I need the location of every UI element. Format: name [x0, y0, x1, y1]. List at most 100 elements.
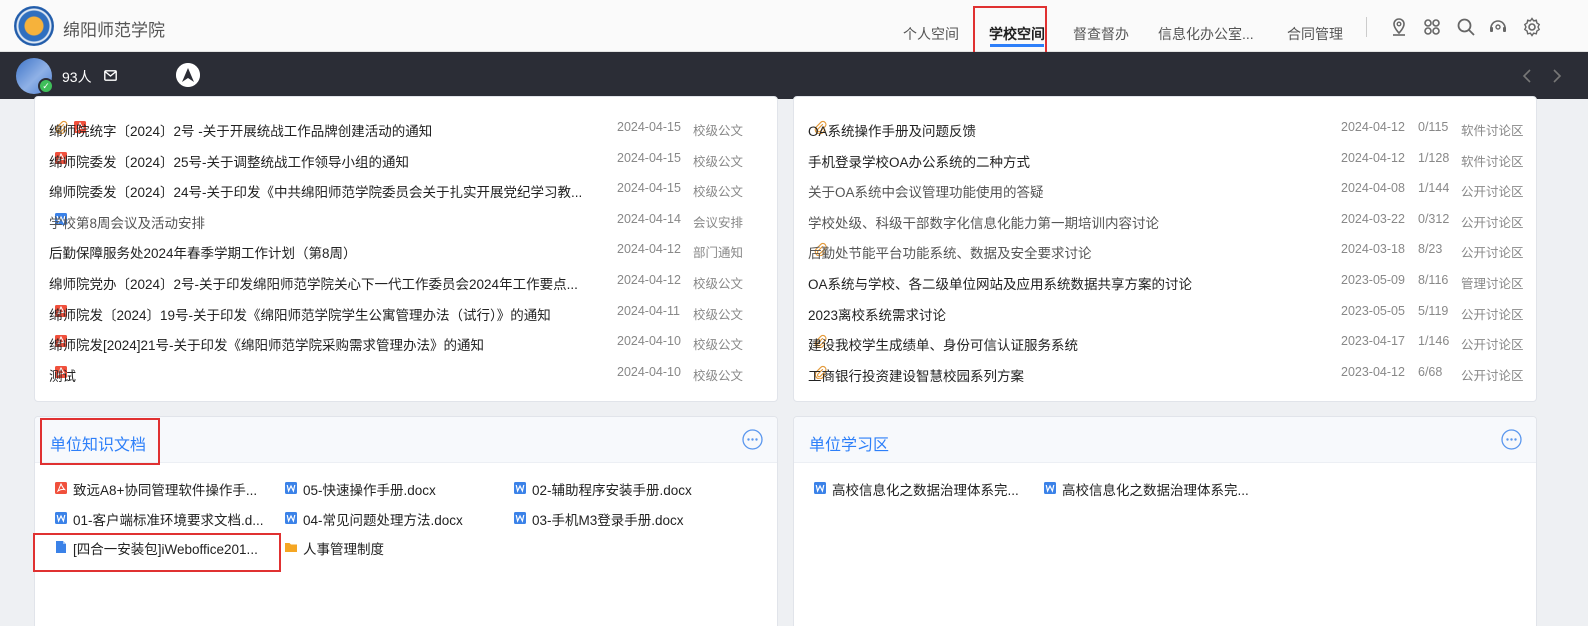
top-header: 绵阳师范学院 个人空间 学校空间 督查督办 信息化办公室... 合同管理 [0, 0, 1588, 67]
document-name: 高校信息化之数据治理体系完... [1062, 483, 1249, 498]
discussion-row[interactable]: OA系统与学校、各二级单位网站及应用系统数据共享方案的讨论 2023-05-09 8… [808, 273, 1524, 293]
discussion-row[interactable]: 学校处级、科级干部数字化信息化能力第一期培训内容讨论 2024-03-22 0/31… [808, 212, 1524, 232]
notice-category: 会议安排 [693, 215, 744, 230]
online-count: 93人 [62, 69, 92, 85]
folder-item[interactable]: 人事管理制度 [284, 538, 509, 557]
notice-row[interactable]: 后勤保障服务处2024年春季学期工作计划（第8周） 2024-04-12 部门通知 [49, 242, 759, 262]
word-doc-icon [814, 482, 826, 494]
notice-date: 2024-04-15 [617, 181, 681, 196]
check-icon: ✓ [38, 78, 54, 94]
more-icon[interactable] [1501, 429, 1522, 450]
document-item[interactable]: 高校信息化之数据治理体系完... [1043, 479, 1268, 498]
discussion-row[interactable]: 后勤处节能平台功能系统、数据及安全要求讨论 2024-03-18 8/23 公开讨论区 [808, 242, 1524, 262]
study-panel-title[interactable]: 单位学习区 [809, 431, 889, 455]
document-name: 人事管理制度 [303, 542, 384, 557]
reply-count: 8/23 [1418, 242, 1443, 257]
notice-title[interactable]: 绵师院发[2024]21号-关于印发《绵阳师范学院采购需求管理办法》的通知 [49, 334, 484, 354]
notice-row[interactable]: 测试 2024-04-10 校级公文 [49, 365, 759, 385]
reply-count: 1/146 [1418, 334, 1450, 349]
discussion-title[interactable]: OA系统操作手册及问题反馈 [808, 120, 976, 140]
document-name: 致远A8+协同管理软件操作手... [73, 483, 258, 498]
discussion-row[interactable]: 关于OA系统中会议管理功能使用的答疑 2024-04-08 1/144 公开讨论区 [808, 181, 1524, 201]
notice-date: 2024-04-15 [617, 120, 681, 134]
notice-row[interactable]: 绵师院委发〔2024〕24号-关于印发《中共绵阳师范学院委员会关于扎实开展党纪学… [49, 181, 759, 201]
prev-page-icon[interactable] [1521, 68, 1533, 84]
notice-row[interactable]: 绵师院党办〔2024〕2号-关于印发绵阳师范学院关心下一代工作委员会2024年工… [49, 273, 759, 293]
discussion-category: 公开讨论区 [1461, 185, 1524, 200]
discussion-date: 2023-04-12 [1341, 364, 1405, 379]
document-item[interactable]: 05-快速操作手册.docx [284, 479, 509, 498]
document-item[interactable]: [四合一安装包]iWeboffice201... [54, 538, 279, 557]
notice-category: 校级公文 [693, 338, 744, 353]
reply-count: 1/144 [1418, 181, 1450, 196]
search-icon[interactable] [1456, 17, 1476, 37]
discussion-date: 2024-04-12 [1341, 150, 1405, 165]
mail-icon[interactable] [104, 70, 117, 81]
discussion-date: 2023-05-09 [1341, 273, 1405, 287]
nav-it-office[interactable]: 信息化办公室... [1158, 24, 1254, 44]
nav-supervision[interactable]: 督查督办 [1073, 24, 1129, 44]
notice-title[interactable]: 后勤保障服务处2024年春季学期工作计划（第8周） [49, 242, 357, 262]
knowledge-panel-title[interactable]: 单位知识文档 [50, 431, 146, 455]
gear-icon[interactable] [1522, 17, 1542, 37]
word-doc-icon [285, 482, 297, 494]
notice-title[interactable]: 学校第8周会议及活动安排 [49, 212, 205, 232]
document-item[interactable]: 致远A8+协同管理软件操作手... [54, 479, 279, 498]
notice-row[interactable]: 绵师院发[2024]21号-关于印发《绵阳师范学院采购需求管理办法》的通知 202… [49, 334, 759, 354]
notice-row[interactable]: 绵师院发〔2024〕19号-关于印发《绵阳师范学院学生公寓管理办法（试行）》的通… [49, 304, 759, 324]
discussion-date: 2023-04-17 [1341, 334, 1405, 349]
discussion-row[interactable]: 建设我校学生成绩单、身份可信认证服务系统 2023-04-17 1/146 公开讨论区 [808, 334, 1524, 354]
notice-category: 校级公文 [693, 124, 744, 138]
word-doc-icon [285, 511, 297, 524]
discussion-date: 2024-04-08 [1341, 181, 1405, 196]
document-item[interactable]: 03-手机M3登录手册.docx [513, 509, 738, 528]
navigation-arrow-icon[interactable] [176, 63, 200, 87]
notice-title[interactable]: 绵师院委发〔2024〕24号-关于印发《中共绵阳师范学院委员会关于扎实开展党纪学… [49, 181, 582, 201]
word-doc-icon [55, 511, 67, 524]
nav-contract-management[interactable]: 合同管理 [1287, 24, 1343, 44]
document-item[interactable]: 01-客户端标准环境要求文档.d... [54, 509, 279, 528]
school-name: 绵阳师范学院 [63, 21, 165, 40]
notice-title[interactable]: 测试 [49, 365, 76, 385]
discussion-title[interactable]: 建设我校学生成绩单、身份可信认证服务系统 [808, 334, 1078, 354]
status-bar: ✓ 93人 [0, 52, 1588, 99]
discussion-title[interactable]: 2023离校系统需求讨论 [808, 304, 946, 324]
discussion-title[interactable]: 后勤处节能平台功能系统、数据及安全要求讨论 [808, 242, 1092, 262]
notice-panel: 绵师院统字〔2024〕2号 -关于开展统战工作品牌创建活动的通知 2024-04-… [34, 96, 778, 402]
document-item[interactable]: 02-辅助程序安装手册.docx [513, 479, 738, 498]
support-icon[interactable] [1488, 17, 1508, 37]
reply-count: 0/115 [1418, 120, 1449, 134]
discussion-title[interactable]: 手机登录学校OA办公系统的二种方式 [808, 151, 1030, 171]
notice-title[interactable]: 绵师院委发〔2024〕25号-关于调整统战工作领导小组的通知 [49, 151, 409, 171]
notice-row[interactable]: 学校第8周会议及活动安排 2024-04-14 会议安排 [49, 212, 759, 232]
document-item[interactable]: 高校信息化之数据治理体系完... [813, 479, 1038, 498]
folder-icon [285, 543, 297, 552]
location-icon[interactable] [1389, 17, 1409, 37]
nav-personal-space[interactable]: 个人空间 [903, 24, 959, 44]
more-icon[interactable] [742, 429, 763, 450]
notice-title[interactable]: 绵师院党办〔2024〕2号-关于印发绵阳师范学院关心下一代工作委员会2024年工… [49, 273, 578, 293]
discussion-title[interactable]: 学校处级、科级干部数字化信息化能力第一期培训内容讨论 [808, 212, 1159, 232]
study-panel-header: 单位学习区 [794, 417, 1536, 463]
nav-school-space[interactable]: 学校空间 [989, 24, 1045, 44]
file-icon [56, 541, 66, 553]
next-page-icon[interactable] [1551, 68, 1563, 84]
discussion-title[interactable]: 工商银行投资建设智慧校园系列方案 [808, 365, 1024, 385]
discussion-title[interactable]: 关于OA系统中会议管理功能使用的答疑 [808, 181, 1044, 201]
notice-row[interactable]: 绵师院委发〔2024〕25号-关于调整统战工作领导小组的通知 2024-04-15… [49, 151, 759, 171]
discussion-row[interactable]: 工商银行投资建设智慧校园系列方案 2023-04-12 6/68 公开讨论区 [808, 364, 1524, 385]
apps-icon[interactable] [1422, 17, 1442, 37]
notice-title[interactable]: 绵师院发〔2024〕19号-关于印发《绵阳师范学院学生公寓管理办法（试行）》的通… [49, 304, 551, 324]
discussion-date: 2024-04-12 [1341, 120, 1405, 134]
discussion-row[interactable]: 手机登录学校OA办公系统的二种方式 2024-04-12 1/128 软件讨论区 [808, 150, 1524, 171]
pdf-icon [55, 482, 67, 494]
discussion-title[interactable]: OA系统与学校、各二级单位网站及应用系统数据共享方案的讨论 [808, 273, 1192, 293]
document-item[interactable]: 04-常见问题处理方法.docx [284, 509, 509, 528]
notice-title[interactable]: 绵师院统字〔2024〕2号 -关于开展统战工作品牌创建活动的通知 [49, 120, 432, 140]
discussion-row[interactable]: 2023离校系统需求讨论 2023-05-05 5/119 公开讨论区 [808, 304, 1524, 324]
discussion-category: 公开讨论区 [1461, 215, 1524, 230]
study-panel: 单位学习区 高校信息化之数据治理体系完... 高校信息化之数据治理体系完... [793, 416, 1537, 626]
discussion-category: 公开讨论区 [1461, 368, 1524, 383]
notice-row[interactable]: 绵师院统字〔2024〕2号 -关于开展统战工作品牌创建活动的通知 2024-04-… [49, 120, 759, 140]
discussion-row[interactable]: OA系统操作手册及问题反馈 2024-04-12 0/115 软件讨论区 [808, 120, 1524, 140]
